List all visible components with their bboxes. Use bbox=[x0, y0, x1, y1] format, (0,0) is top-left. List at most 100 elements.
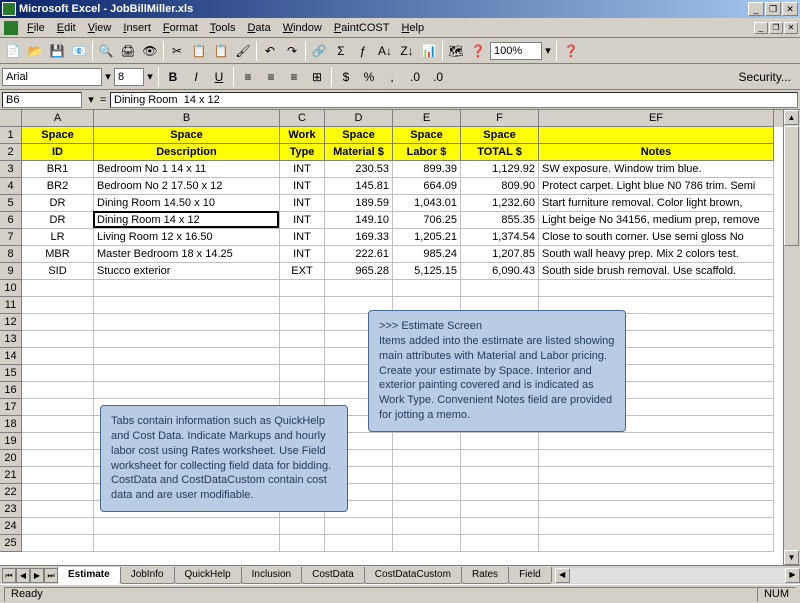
font-size-dropdown-icon[interactable]: ▾ bbox=[145, 70, 155, 83]
scroll-left-button[interactable]: ◀ bbox=[555, 568, 570, 583]
toolbar-btn-5[interactable]: 🖨 bbox=[117, 40, 139, 62]
data-cell[interactable] bbox=[461, 535, 539, 552]
scroll-up-button[interactable]: ▲ bbox=[784, 110, 799, 125]
data-cell[interactable] bbox=[280, 365, 325, 382]
toolbar-btn-4[interactable]: 🔍 bbox=[95, 40, 117, 62]
data-cell[interactable]: 664.09 bbox=[393, 178, 461, 195]
toolbar-btn-11[interactable]: ↶ bbox=[259, 40, 281, 62]
data-cell[interactable]: South wall heavy prep. Mix 2 colors test… bbox=[539, 246, 774, 263]
decrease-decimal-button[interactable]: .0 bbox=[427, 66, 449, 88]
menu-view[interactable]: View bbox=[82, 20, 118, 36]
horizontal-scrollbar[interactable]: ◀ ▶ bbox=[555, 568, 800, 583]
data-cell[interactable]: DR bbox=[22, 195, 94, 212]
data-cell[interactable]: 985.24 bbox=[393, 246, 461, 263]
data-cell[interactable] bbox=[539, 501, 774, 518]
data-cell[interactable]: INT bbox=[280, 212, 325, 229]
sheet-tab-jobinfo[interactable]: JobInfo bbox=[120, 567, 175, 584]
data-cell[interactable]: Close to south corner. Use semi gloss No bbox=[539, 229, 774, 246]
menu-data[interactable]: Data bbox=[241, 20, 276, 36]
row-header-22[interactable]: 22 bbox=[0, 484, 22, 501]
data-cell[interactable]: 6,090.43 bbox=[461, 263, 539, 280]
italic-button[interactable]: I bbox=[185, 66, 207, 88]
data-cell[interactable] bbox=[461, 450, 539, 467]
font-name-input[interactable] bbox=[2, 68, 102, 86]
data-cell[interactable] bbox=[94, 348, 280, 365]
data-cell[interactable] bbox=[22, 399, 94, 416]
data-cell[interactable]: 899.39 bbox=[393, 161, 461, 178]
data-cell[interactable]: SID bbox=[22, 263, 94, 280]
col-header-D[interactable]: D bbox=[325, 110, 393, 127]
data-cell[interactable] bbox=[22, 433, 94, 450]
data-cell[interactable] bbox=[22, 280, 94, 297]
menu-insert[interactable]: Insert bbox=[117, 20, 157, 36]
header-cell[interactable]: ID bbox=[22, 144, 94, 161]
row-header-6[interactable]: 6 bbox=[0, 212, 22, 229]
data-cell[interactable]: Bedroom No 2 17.50 x 12 bbox=[94, 178, 280, 195]
data-cell[interactable] bbox=[539, 467, 774, 484]
data-cell[interactable] bbox=[22, 484, 94, 501]
menu-tools[interactable]: Tools bbox=[204, 20, 242, 36]
header-cell[interactable]: Space bbox=[393, 127, 461, 144]
row-header-20[interactable]: 20 bbox=[0, 450, 22, 467]
align-right-button[interactable]: ≡ bbox=[283, 66, 305, 88]
data-cell[interactable] bbox=[461, 467, 539, 484]
toolbar-btn-18[interactable]: 📊 bbox=[418, 40, 440, 62]
data-cell[interactable] bbox=[539, 433, 774, 450]
data-cell[interactable] bbox=[94, 331, 280, 348]
data-cell[interactable]: 1,207.85 bbox=[461, 246, 539, 263]
row-header-16[interactable]: 16 bbox=[0, 382, 22, 399]
data-cell[interactable]: INT bbox=[280, 178, 325, 195]
data-cell[interactable]: Dining Room 14.50 x 10 bbox=[94, 195, 280, 212]
toolbar-btn-16[interactable]: A↓ bbox=[374, 40, 396, 62]
header-cell[interactable]: Space bbox=[94, 127, 280, 144]
col-header-B[interactable]: B bbox=[94, 110, 280, 127]
row-header-17[interactable]: 17 bbox=[0, 399, 22, 416]
toolbar-btn-3[interactable]: 📧 bbox=[68, 40, 90, 62]
scroll-down-button[interactable]: ▼ bbox=[784, 550, 799, 565]
toolbar-btn-19[interactable]: 🗺 bbox=[445, 40, 467, 62]
data-cell[interactable]: 230.53 bbox=[325, 161, 393, 178]
data-cell[interactable] bbox=[393, 433, 461, 450]
menu-paintcost[interactable]: PaintCOST bbox=[328, 20, 396, 36]
col-header-A[interactable]: A bbox=[22, 110, 94, 127]
row-header-14[interactable]: 14 bbox=[0, 348, 22, 365]
data-cell[interactable] bbox=[539, 450, 774, 467]
name-box[interactable] bbox=[2, 92, 82, 108]
sheet-tab-rates[interactable]: Rates bbox=[461, 567, 509, 584]
inner-restore-button[interactable]: ❐ bbox=[769, 22, 783, 34]
row-header-7[interactable]: 7 bbox=[0, 229, 22, 246]
sheet-tab-field[interactable]: Field bbox=[508, 567, 552, 584]
row-header-19[interactable]: 19 bbox=[0, 433, 22, 450]
data-cell[interactable] bbox=[22, 501, 94, 518]
toolbar-btn-10[interactable]: 🖌 bbox=[232, 40, 254, 62]
row-header-11[interactable]: 11 bbox=[0, 297, 22, 314]
data-cell[interactable] bbox=[393, 467, 461, 484]
toolbar-btn-15[interactable]: ƒ bbox=[352, 40, 374, 62]
menu-window[interactable]: Window bbox=[277, 20, 328, 36]
data-cell[interactable] bbox=[22, 331, 94, 348]
data-cell[interactable] bbox=[22, 365, 94, 382]
data-cell[interactable] bbox=[94, 382, 280, 399]
toolbar-btn-9[interactable]: 📋 bbox=[210, 40, 232, 62]
help-icon[interactable]: ❓ bbox=[560, 40, 582, 62]
inner-close-button[interactable]: ✕ bbox=[784, 22, 798, 34]
row-header-5[interactable]: 5 bbox=[0, 195, 22, 212]
row-header-10[interactable]: 10 bbox=[0, 280, 22, 297]
data-cell[interactable] bbox=[280, 297, 325, 314]
vertical-scrollbar[interactable]: ▲ ▼ bbox=[783, 110, 800, 565]
row-header-9[interactable]: 9 bbox=[0, 263, 22, 280]
align-left-button[interactable]: ≡ bbox=[237, 66, 259, 88]
row-header-15[interactable]: 15 bbox=[0, 365, 22, 382]
namebox-dropdown-icon[interactable]: ▾ bbox=[86, 93, 96, 106]
row-header-25[interactable]: 25 bbox=[0, 535, 22, 552]
data-cell[interactable] bbox=[280, 348, 325, 365]
toolbar-btn-6[interactable]: 👁 bbox=[139, 40, 161, 62]
menu-format[interactable]: Format bbox=[157, 20, 204, 36]
data-cell[interactable]: BR1 bbox=[22, 161, 94, 178]
zoom-dropdown-icon[interactable]: ▾ bbox=[543, 44, 553, 57]
bold-button[interactable]: B bbox=[162, 66, 184, 88]
data-cell[interactable]: LR bbox=[22, 229, 94, 246]
toolbar-btn-2[interactable]: 💾 bbox=[46, 40, 68, 62]
increase-decimal-button[interactable]: .0 bbox=[404, 66, 426, 88]
toolbar-btn-20[interactable]: ❓ bbox=[467, 40, 489, 62]
